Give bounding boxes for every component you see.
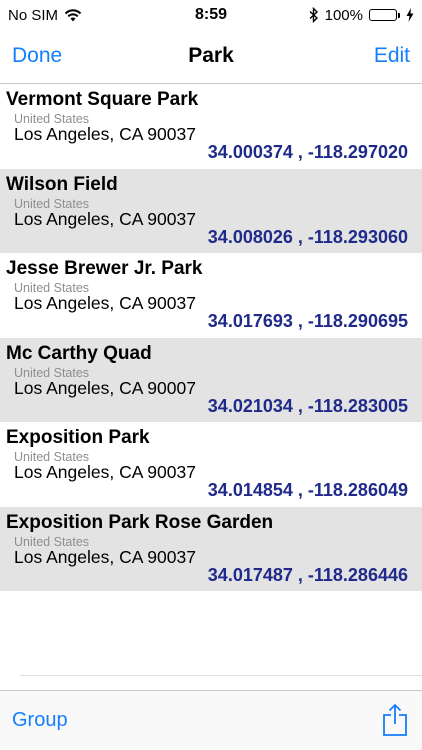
list-item[interactable]: Vermont Square Park United States Los An… [0,84,422,169]
done-button[interactable]: Done [12,44,62,68]
item-name: Mc Carthy Quad [6,342,152,364]
item-city: Los Angeles, CA 90037 [14,124,196,144]
app-screen: No SIM 8:59 100% Park Done Edit Vermont … [0,0,422,750]
list-item[interactable]: Exposition Park Rose Garden United State… [0,506,422,591]
status-bar: No SIM 8:59 100% [0,0,422,30]
list-item[interactable]: Mc Carthy Quad United States Los Angeles… [0,337,422,422]
list-item[interactable]: Jesse Brewer Jr. Park United States Los … [0,253,422,338]
group-button[interactable]: Group [12,709,68,732]
item-coordinates: 34.021034 , -118.283005 [207,395,408,416]
park-list: Vermont Square Park United States Los An… [0,84,422,591]
item-city: Los Angeles, CA 90037 [14,462,196,482]
item-coordinates: 34.000374 , -118.297020 [207,142,408,162]
page-title: Park [188,44,234,67]
status-left: No SIM [8,7,82,24]
navigation-bar: Park Done Edit [0,30,422,84]
battery-icon [369,9,400,21]
share-icon[interactable] [382,703,408,737]
item-city: Los Angeles, CA 90037 [14,546,196,567]
list-item[interactable]: Wilson Field United States Los Angeles, … [0,168,422,253]
item-coordinates: 34.008026 , -118.293060 [207,226,408,247]
bluetooth-icon [309,7,318,23]
battery-percent: 100% [324,6,363,24]
item-name: Vermont Square Park [6,89,199,110]
carrier-label: No SIM [8,6,59,24]
charging-icon [406,8,414,22]
list-item[interactable]: Exposition Park United States Los Angele… [0,422,422,507]
item-coordinates: 34.017693 , -118.290695 [207,311,408,331]
item-name: Wilson Field [6,173,118,195]
item-city: Los Angeles, CA 90007 [14,377,196,398]
item-coordinates: 34.014854 , -118.286049 [207,480,408,500]
item-coordinates: 34.017487 , -118.286446 [207,564,408,585]
wifi-icon [64,8,82,21]
item-name: Jesse Brewer Jr. Park [6,258,203,279]
item-name: Exposition Park Rose Garden [6,511,274,533]
status-right: 100% [309,7,414,24]
bottom-toolbar: Group [0,690,422,750]
divider [20,675,422,676]
item-city: Los Angeles, CA 90037 [14,208,196,229]
edit-button[interactable]: Edit [374,44,410,68]
item-city: Los Angeles, CA 90037 [14,293,196,313]
item-name: Exposition Park [6,427,150,448]
